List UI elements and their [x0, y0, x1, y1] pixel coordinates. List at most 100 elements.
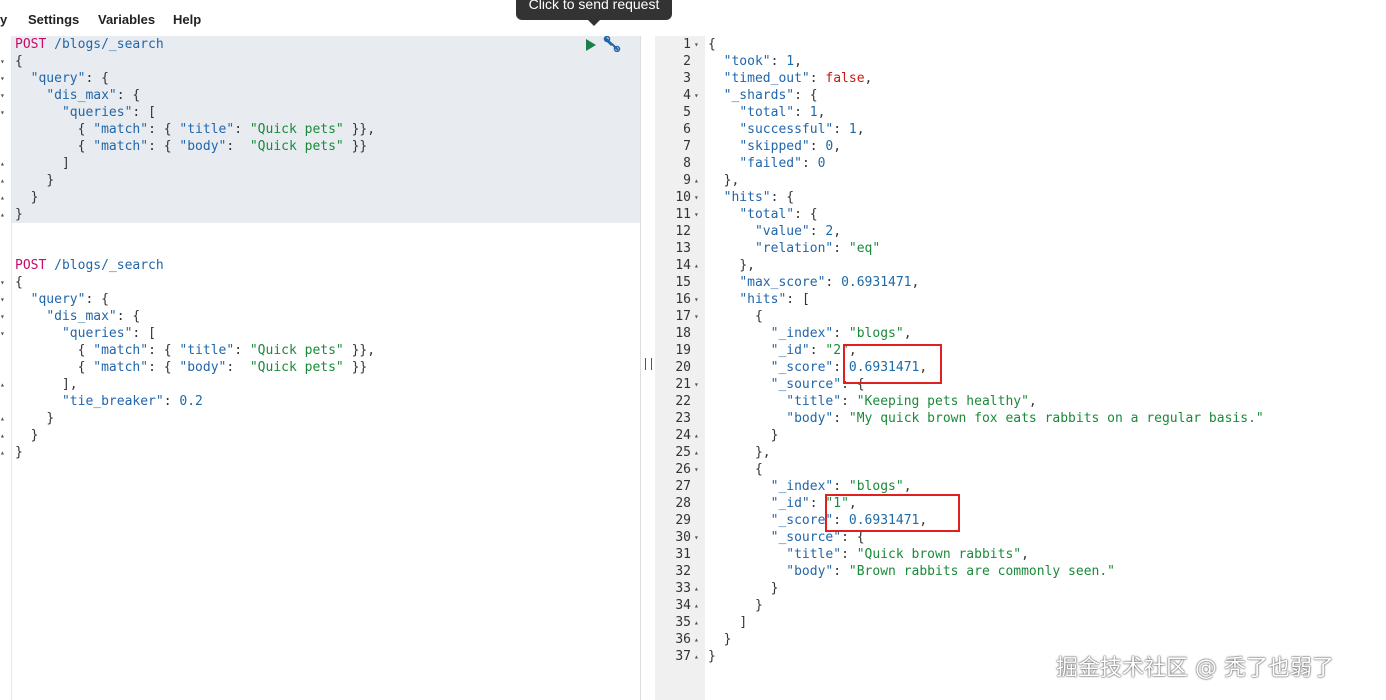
line-number: 17	[675, 309, 691, 324]
req2-request-line[interactable]: POST /blogs/_search	[15, 257, 164, 274]
line-number: 5	[683, 105, 691, 120]
fold-toggle-icon[interactable]: ▾	[694, 193, 699, 202]
fold-end-icon: ▴	[0, 448, 5, 457]
response-line: ]	[739, 615, 748, 630]
fold-end-icon: ▴	[694, 652, 699, 661]
fold-toggle-icon[interactable]: ▾	[0, 312, 5, 321]
fold-toggle-icon[interactable]: ▾	[0, 295, 5, 304]
play-icon[interactable]	[586, 39, 596, 51]
response-line: },	[754, 445, 771, 460]
fold-end-icon: ▴	[694, 618, 699, 627]
req2-code-line[interactable]: }	[15, 427, 39, 444]
fold-toggle-icon[interactable]: ▾	[694, 465, 699, 474]
response-line: "title": "Quick brown rabbits",	[786, 547, 1029, 562]
fold-end-icon: ▴	[0, 176, 5, 185]
response-line: "skipped": 0,	[739, 139, 842, 154]
fold-toggle-icon[interactable]: ▾	[0, 329, 5, 338]
req1-code-line[interactable]: { "match": { "title": "Quick pets" }},	[15, 121, 375, 138]
pane-divider[interactable]	[640, 36, 656, 700]
fold-toggle-icon[interactable]: ▾	[694, 533, 699, 542]
fold-end-icon: ▴	[0, 431, 5, 440]
req2-code-line[interactable]: "queries": [	[15, 325, 156, 342]
response-output: 1 ▾{2 "took": 1, 3 "timed_out": false, 4 ▾ "…	[655, 36, 1386, 700]
fold-toggle-icon[interactable]: ▾	[694, 312, 699, 321]
req1-request-line[interactable]: POST /blogs/_search	[15, 36, 164, 53]
fold-toggle-icon[interactable]: ▾	[694, 40, 699, 49]
line-number: 8	[683, 156, 691, 171]
line-number: 13	[675, 241, 691, 256]
req1-code-line[interactable]: "dis_max": {	[15, 87, 140, 104]
fold-toggle-icon[interactable]: ▾	[0, 278, 5, 287]
fold-toggle-icon[interactable]: ▾	[694, 380, 699, 389]
response-line: },	[723, 173, 740, 188]
req1-code-line[interactable]: }	[15, 189, 39, 206]
req1-code-line[interactable]: }	[15, 206, 23, 223]
response-line: "_source": {	[770, 377, 865, 392]
response-line: "_index": "blogs",	[770, 326, 912, 341]
line-number: 14	[675, 258, 691, 273]
line-number: 12	[675, 224, 691, 239]
response-line: "_id": "2",	[770, 343, 857, 358]
req2-code-line[interactable]: {	[15, 274, 23, 291]
response-line: "hits": {	[723, 190, 795, 205]
req2-code-line[interactable]: }	[15, 410, 54, 427]
response-line: "body": "My quick brown fox eats rabbits…	[786, 411, 1264, 426]
menu-history[interactable]: y	[0, 12, 7, 27]
req1-code-line[interactable]: "queries": [	[15, 104, 156, 121]
req2-code-line[interactable]: }	[15, 444, 23, 461]
fold-end-icon: ▴	[0, 380, 5, 389]
fold-toggle-icon[interactable]: ▾	[0, 74, 5, 83]
fold-toggle-icon[interactable]: ▾	[694, 295, 699, 304]
fold-toggle-icon[interactable]: ▾	[0, 91, 5, 100]
response-line: "failed": 0	[739, 156, 826, 171]
response-line: }	[770, 581, 779, 596]
fold-end-icon: ▴	[694, 261, 699, 270]
fold-end-icon: ▴	[694, 635, 699, 644]
menu-variables[interactable]: Variables	[98, 12, 155, 27]
response-line: "total": 1,	[739, 105, 826, 120]
req1-code-line[interactable]: ]	[15, 155, 70, 172]
response-line: "timed_out": false,	[723, 71, 873, 86]
line-number: 6	[683, 122, 691, 137]
response-line: "_shards": {	[723, 88, 818, 103]
line-number: 23	[675, 411, 691, 426]
fold-toggle-icon[interactable]: ▾	[694, 210, 699, 219]
req2-code-line[interactable]: "query": {	[15, 291, 109, 308]
resize-handle-icon[interactable]	[645, 358, 652, 370]
line-number: 11	[675, 207, 691, 222]
req2-code-line[interactable]: "tie_breaker": 0.2	[15, 393, 203, 410]
fold-toggle-icon[interactable]: ▾	[0, 108, 5, 117]
response-line: {	[754, 309, 763, 324]
menu-settings[interactable]: Settings	[28, 12, 79, 27]
line-number: 10	[675, 190, 691, 205]
response-line: "body": "Brown rabbits are commonly seen…	[786, 564, 1116, 579]
line-number: 1	[683, 37, 691, 52]
req2-code-line[interactable]: { "match": { "body": "Quick pets" }}	[15, 359, 368, 376]
req2-code-line[interactable]: "dis_max": {	[15, 308, 140, 325]
menu-help[interactable]: Help	[173, 12, 201, 27]
response-line: }	[770, 428, 779, 443]
highlight-box-score-2	[825, 494, 960, 532]
req1-code-line[interactable]: {	[15, 53, 23, 70]
watermark: 掘金技术社区 @ 秃了也弱了	[1056, 656, 1334, 681]
fold-end-icon: ▴	[0, 414, 5, 423]
response-line: }	[754, 598, 763, 613]
fold-end-icon: ▴	[694, 176, 699, 185]
line-number: 33	[675, 581, 691, 596]
wrench-icon[interactable]	[603, 36, 621, 52]
fold-end-icon: ▴	[694, 431, 699, 440]
line-number: 36	[675, 632, 691, 647]
fold-toggle-icon[interactable]: ▾	[0, 57, 5, 66]
line-number: 28	[675, 496, 691, 511]
fold-toggle-icon[interactable]: ▾	[694, 91, 699, 100]
req2-code-line[interactable]: { "match": { "title": "Quick pets" }},	[15, 342, 375, 359]
fold-end-icon: ▴	[0, 210, 5, 219]
req1-code-line[interactable]: }	[15, 172, 54, 189]
request-editor[interactable]: POST /blogs/_search{▾ "query": {▾ "dis_m…	[0, 36, 640, 700]
line-number: 20	[675, 360, 691, 375]
response-line: "title": "Keeping pets healthy",	[786, 394, 1037, 409]
req1-code-line[interactable]: "query": {	[15, 70, 109, 87]
req1-code-line[interactable]: { "match": { "body": "Quick pets" }}	[15, 138, 368, 155]
line-number: 3	[683, 71, 691, 86]
req2-code-line[interactable]: ],	[15, 376, 78, 393]
